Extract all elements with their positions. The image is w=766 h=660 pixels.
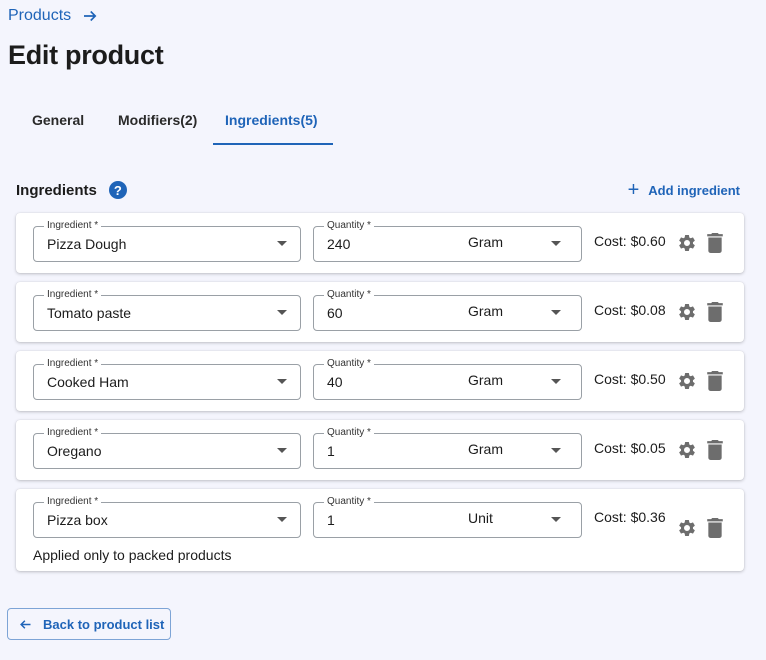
- quantity-value[interactable]: 1: [327, 434, 335, 468]
- ingredient-cost: Cost: $0.36: [594, 509, 666, 525]
- delete-trash-icon[interactable]: [707, 233, 723, 253]
- ingredient-value: Pizza Dough: [47, 236, 127, 252]
- ingredient-row: Ingredient * Pizza box Quantity * 1 Unit…: [16, 489, 744, 571]
- back-to-product-list-button[interactable]: Back to product list: [7, 608, 171, 640]
- dropdown-caret-icon: [277, 310, 287, 315]
- ingredient-value: Tomato paste: [47, 305, 132, 321]
- ingredient-select[interactable]: Ingredient * Cooked Ham: [33, 357, 301, 400]
- settings-gear-icon[interactable]: [677, 518, 697, 538]
- settings-gear-icon[interactable]: [677, 371, 697, 391]
- tab-general[interactable]: General: [16, 96, 98, 145]
- tab-bar: General Modifiers(2) Ingredients(5): [16, 96, 333, 145]
- breadcrumb[interactable]: Products: [8, 7, 99, 25]
- ingredient-note: Applied only to packed products: [33, 547, 232, 563]
- add-ingredient-button[interactable]: + Add ingredient: [627, 179, 740, 201]
- ingredient-value: Cooked Ham: [47, 374, 129, 390]
- page-title: Edit product: [8, 40, 164, 70]
- ingredient-cost: Cost: $0.50: [594, 371, 666, 387]
- ingredient-row: Ingredient * Tomato paste Quantity * 60 …: [16, 282, 744, 342]
- dropdown-caret-icon: [551, 241, 561, 246]
- dropdown-caret-icon: [551, 379, 561, 384]
- ingredient-select[interactable]: Ingredient * Pizza box: [33, 495, 301, 538]
- quantity-value[interactable]: 40: [327, 365, 343, 399]
- ingredient-select[interactable]: Ingredient * Tomato paste: [33, 288, 301, 331]
- dropdown-caret-icon: [277, 241, 287, 246]
- unit-select[interactable]: Gram: [468, 363, 503, 397]
- arrow-left-icon: [20, 619, 31, 629]
- dropdown-caret-icon: [551, 310, 561, 315]
- ingredients-header: Ingredients ? + Add ingredient: [16, 179, 744, 201]
- unit-select[interactable]: Gram: [468, 432, 503, 466]
- dropdown-caret-icon: [551, 517, 561, 522]
- arrow-right-icon: [84, 10, 97, 22]
- settings-gear-icon[interactable]: [677, 302, 697, 322]
- tab-ingredients[interactable]: Ingredients(5): [213, 96, 333, 145]
- ingredient-list: Ingredient * Pizza Dough Quantity * 240 …: [16, 213, 744, 580]
- section-title: Ingredients: [16, 181, 97, 199]
- ingredient-cost: Cost: $0.05: [594, 440, 666, 456]
- add-ingredient-label: Add ingredient: [648, 182, 740, 198]
- ingredient-select[interactable]: Ingredient * Pizza Dough: [33, 219, 301, 262]
- ingredient-row: Ingredient * Pizza Dough Quantity * 240 …: [16, 213, 744, 273]
- quantity-value[interactable]: 240: [327, 227, 350, 261]
- delete-trash-icon[interactable]: [707, 302, 723, 322]
- quantity-field[interactable]: Quantity * 60 Gram: [313, 288, 582, 331]
- settings-gear-icon[interactable]: [677, 440, 697, 460]
- quantity-value[interactable]: 1: [327, 503, 335, 537]
- delete-trash-icon[interactable]: [707, 440, 723, 460]
- settings-gear-icon[interactable]: [677, 233, 697, 253]
- quantity-value[interactable]: 60: [327, 296, 343, 330]
- quantity-field[interactable]: Quantity * 40 Gram: [313, 357, 582, 400]
- help-icon[interactable]: ?: [108, 181, 127, 199]
- dropdown-caret-icon: [551, 448, 561, 453]
- breadcrumb-products-link[interactable]: Products: [8, 7, 71, 25]
- ingredient-cost: Cost: $0.60: [594, 233, 666, 249]
- ingredient-value: Oregano: [47, 443, 102, 459]
- quantity-field[interactable]: Quantity * 1 Unit: [313, 495, 582, 538]
- quantity-field[interactable]: Quantity * 240 Gram: [313, 219, 582, 262]
- tab-modifiers[interactable]: Modifiers(2): [98, 96, 212, 145]
- ingredient-row: Ingredient * Cooked Ham Quantity * 40 Gr…: [16, 351, 744, 411]
- unit-select[interactable]: Gram: [468, 225, 503, 259]
- dropdown-caret-icon: [277, 448, 287, 453]
- delete-trash-icon[interactable]: [707, 371, 723, 391]
- unit-select[interactable]: Unit: [468, 501, 493, 535]
- dropdown-caret-icon: [277, 517, 287, 522]
- quantity-field[interactable]: Quantity * 1 Gram: [313, 426, 582, 469]
- back-button-label: Back to product list: [43, 616, 165, 632]
- plus-icon: +: [627, 179, 640, 201]
- dropdown-caret-icon: [277, 379, 287, 384]
- ingredient-select[interactable]: Ingredient * Oregano: [33, 426, 301, 469]
- delete-trash-icon[interactable]: [707, 518, 723, 538]
- ingredient-row: Ingredient * Oregano Quantity * 1 Gram C…: [16, 420, 744, 480]
- ingredient-cost: Cost: $0.08: [594, 302, 666, 318]
- ingredient-value: Pizza box: [47, 512, 108, 528]
- unit-select[interactable]: Gram: [468, 294, 503, 328]
